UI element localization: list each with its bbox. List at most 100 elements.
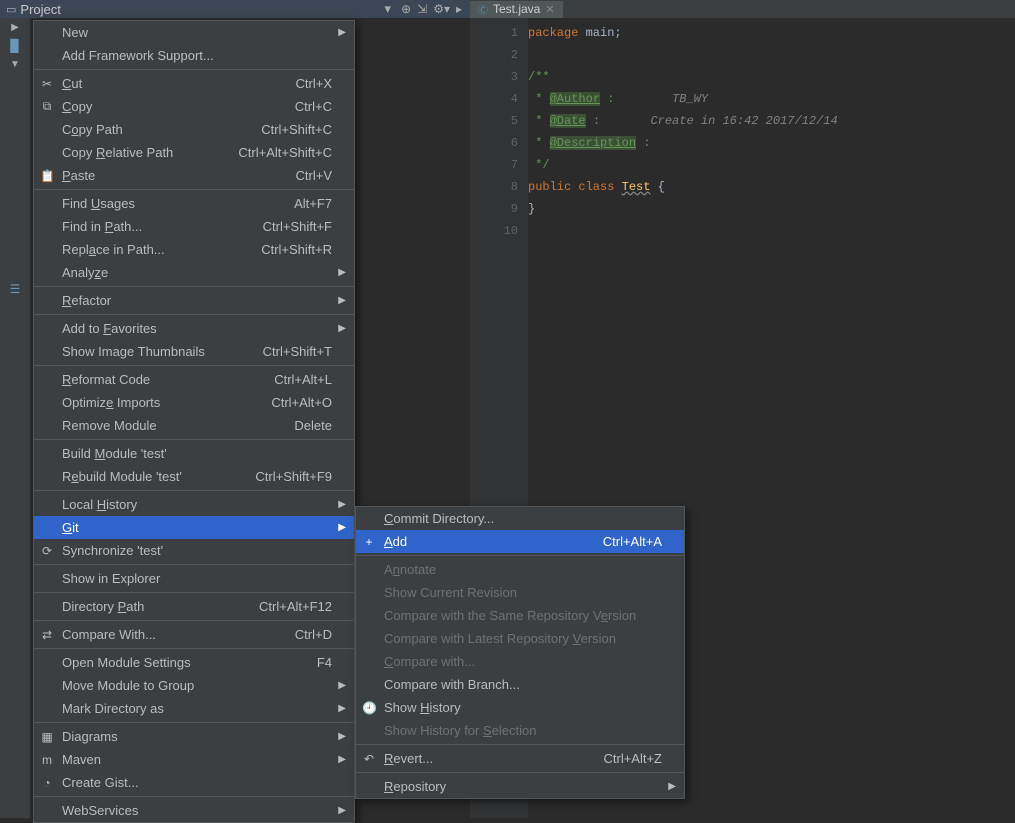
chevron-right-icon: ▶ <box>338 731 346 742</box>
menu-main-open-module-settings[interactable]: Open Module SettingsF4 <box>34 651 354 674</box>
menu-main-rebuild-module-test[interactable]: Rebuild Module 'test'Ctrl+Shift+F9 <box>34 465 354 488</box>
menu-main-directory-path[interactable]: Directory PathCtrl+Alt+F12 <box>34 595 354 618</box>
tree-collapse-icon[interactable]: ▼ <box>10 59 20 70</box>
menu-main-maven[interactable]: mMaven▶ <box>34 748 354 771</box>
menu-label: Show Current Revision <box>384 585 662 600</box>
shortcut-label: Ctrl+Shift+F9 <box>255 469 332 484</box>
menu-main-compare-with[interactable]: ⇄Compare With...Ctrl+D <box>34 623 354 646</box>
tab-label: Test.java <box>493 2 540 16</box>
shortcut-label: Ctrl+C <box>295 99 332 114</box>
menu-label: Copy Relative Path <box>62 145 238 160</box>
menu-main-cut[interactable]: ✂CutCtrl+X <box>34 72 354 95</box>
settings-icon[interactable]: ⚙▾ <box>433 2 450 16</box>
menu-main-mark-directory-as[interactable]: Mark Directory as▶ <box>34 697 354 720</box>
menu-label: Compare With... <box>62 627 295 642</box>
chevron-right-icon: ▶ <box>338 754 346 765</box>
shortcut-label: Ctrl+Alt+L <box>274 372 332 387</box>
project-tool-icon: ▭ <box>6 3 16 16</box>
shortcut-label: Ctrl+Alt+F12 <box>259 599 332 614</box>
menu-main-diagrams[interactable]: ▦Diagrams▶ <box>34 725 354 748</box>
menu-main-show-image-thumbnails[interactable]: Show Image ThumbnailsCtrl+Shift+T <box>34 340 354 363</box>
menu-main-separator <box>34 620 354 621</box>
menu-git-show-current-revision: Show Current Revision <box>356 581 684 604</box>
cut-icon: ✂ <box>40 77 54 91</box>
menu-label: Repository <box>384 779 662 794</box>
menu-git-commit-directory[interactable]: Commit Directory... <box>356 507 684 530</box>
menu-main-copy-path[interactable]: Copy PathCtrl+Shift+C <box>34 118 354 141</box>
menu-main-add-to-favorites[interactable]: Add to Favorites▶ <box>34 317 354 340</box>
menu-main-paste[interactable]: 📋PasteCtrl+V <box>34 164 354 187</box>
tree-expand-icon[interactable]: ▶ <box>11 22 19 33</box>
menu-main-find-in-path[interactable]: Find in Path...Ctrl+Shift+F <box>34 215 354 238</box>
menu-git-revert[interactable]: ↶Revert...Ctrl+Alt+Z <box>356 747 684 770</box>
menu-label: Replace in Path... <box>62 242 261 257</box>
menu-main-analyze[interactable]: Analyze▶ <box>34 261 354 284</box>
menu-git-show-history[interactable]: 🕘Show History <box>356 696 684 719</box>
menu-label: Add to Favorites <box>62 321 332 336</box>
menu-main-separator <box>34 286 354 287</box>
menu-main-new[interactable]: New▶ <box>34 21 354 44</box>
menu-git-add[interactable]: +AddCtrl+Alt+A <box>356 530 684 553</box>
menu-git-compare-with-the-same-repository-version: Compare with the Same Repository Version <box>356 604 684 627</box>
chevron-right-icon: ▶ <box>338 805 346 816</box>
collapse-icon[interactable]: ⇲ <box>417 2 427 16</box>
menu-label: Diagrams <box>62 729 332 744</box>
hide-icon[interactable]: ▸ <box>456 2 462 16</box>
menu-label: Add <box>384 534 603 549</box>
menu-main-create-gist[interactable]: ◔Create Gist... <box>34 771 354 794</box>
menu-git-repository[interactable]: Repository ▶ <box>356 775 684 798</box>
structure-icon[interactable]: ☰ <box>10 282 21 296</box>
folder-icon[interactable]: ▉ <box>10 39 19 53</box>
menu-label: Copy <box>62 99 295 114</box>
menu-main-webservices[interactable]: WebServices▶ <box>34 799 354 822</box>
menu-git-show-history-for-selection: Show History for Selection <box>356 719 684 742</box>
chevron-right-icon: ▶ <box>338 295 346 306</box>
menu-label: Move Module to Group <box>62 678 332 693</box>
menu-main-local-history[interactable]: Local History▶ <box>34 493 354 516</box>
menu-main-build-module-test[interactable]: Build Module 'test' <box>34 442 354 465</box>
menu-main-copy-relative-path[interactable]: Copy Relative PathCtrl+Alt+Shift+C <box>34 141 354 164</box>
menu-main-remove-module[interactable]: Remove ModuleDelete <box>34 414 354 437</box>
menu-main-git[interactable]: Git▶ <box>34 516 354 539</box>
menu-main-synchronize-test[interactable]: ⟳Synchronize 'test' <box>34 539 354 562</box>
menu-main-separator <box>34 69 354 70</box>
menu-label: Copy Path <box>62 122 261 137</box>
menu-label: Git <box>62 520 332 535</box>
add-icon: + <box>362 535 376 549</box>
menu-main-replace-in-path[interactable]: Replace in Path...Ctrl+Shift+R <box>34 238 354 261</box>
menu-label: Compare with Branch... <box>384 677 662 692</box>
chevron-right-icon: ▶ <box>668 781 676 792</box>
menu-label: Build Module 'test' <box>62 446 332 461</box>
menu-git-separator <box>356 744 684 745</box>
revert-icon: ↶ <box>362 752 376 766</box>
menu-main-move-module-to-group[interactable]: Move Module to Group▶ <box>34 674 354 697</box>
menu-main-find-usages[interactable]: Find UsagesAlt+F7 <box>34 192 354 215</box>
shortcut-label: Ctrl+Shift+C <box>261 122 332 137</box>
menu-git-annotate: Annotate <box>356 558 684 581</box>
menu-label: Compare with Latest Repository Version <box>384 631 662 646</box>
menu-label: Create Gist... <box>62 775 332 790</box>
locate-icon[interactable]: ⊕ <box>401 2 411 16</box>
shortcut-label: Delete <box>294 418 332 433</box>
menu-label: Local History <box>62 497 332 512</box>
project-tree-strip: ▶ ▉ ▼ ☰ <box>0 18 30 818</box>
project-panel-label: Project <box>20 2 380 17</box>
chevron-right-icon: ▶ <box>338 703 346 714</box>
menu-main-add-framework-support[interactable]: Add Framework Support... <box>34 44 354 67</box>
menu-main-reformat-code[interactable]: Reformat CodeCtrl+Alt+L <box>34 368 354 391</box>
menu-label: Cut <box>62 76 296 91</box>
menu-label: Compare with... <box>384 654 662 669</box>
menu-main-separator <box>34 648 354 649</box>
menu-main-refactor[interactable]: Refactor▶ <box>34 289 354 312</box>
menu-main-show-in-explorer[interactable]: Show in Explorer <box>34 567 354 590</box>
close-icon[interactable]: ✕ <box>545 3 554 16</box>
editor-tab-test-java[interactable]: Ⓒ Test.java ✕ <box>470 1 563 18</box>
menu-git-compare-with-branch[interactable]: Compare with Branch... <box>356 673 684 696</box>
menu-label: New <box>62 25 332 40</box>
menu-main-optimize-imports[interactable]: Optimize ImportsCtrl+Alt+O <box>34 391 354 414</box>
menu-main-copy[interactable]: ⧉CopyCtrl+C <box>34 95 354 118</box>
shortcut-label: Ctrl+Shift+R <box>261 242 332 257</box>
chevron-down-icon[interactable]: ▾ <box>385 1 392 17</box>
menu-label: Add Framework Support... <box>62 48 332 63</box>
shortcut-label: Ctrl+V <box>296 168 332 183</box>
